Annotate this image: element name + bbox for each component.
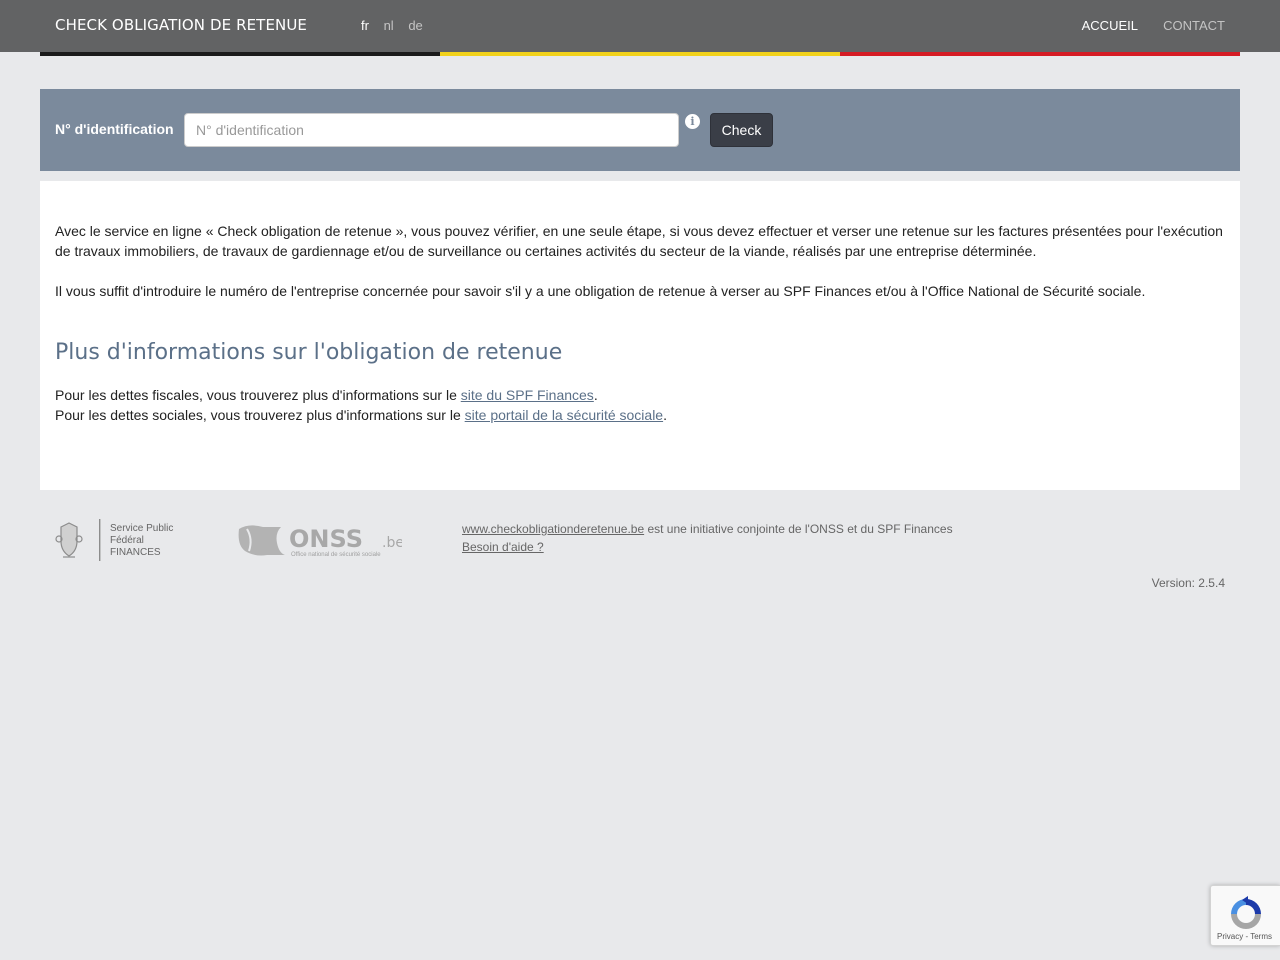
- social-info-prefix: Pour les dettes sociales, vous trouverez…: [55, 407, 465, 423]
- footer-info: www.checkobligationderetenue.be est une …: [462, 520, 953, 556]
- recaptcha-links: Privacy - Terms: [1217, 932, 1272, 941]
- flag-black-segment: [40, 52, 440, 56]
- main-content: Avec le service en ligne « Check obligat…: [40, 181, 1240, 490]
- onss-logo-name: ONSS: [289, 525, 363, 553]
- onss-logo: ONSS .be Office national de sécurité soc…: [238, 525, 402, 558]
- spf-logo-line3: FINANCES: [110, 547, 161, 558]
- flag-yellow-segment: [440, 52, 840, 56]
- info-circle-icon[interactable]: i: [685, 114, 700, 129]
- onss-logo-suffix: .be: [382, 535, 402, 551]
- top-navbar: CHECK OBLIGATION DE RETENUE fr nl de ACC…: [0, 0, 1280, 52]
- more-info-heading: Plus d'informations sur l'obligation de …: [55, 340, 563, 365]
- lang-de-link[interactable]: de: [408, 18, 422, 33]
- intro-paragraph-2: Il vous suffit d'introduire le numéro de…: [55, 283, 1146, 299]
- recaptcha-badge[interactable]: Privacy - Terms: [1210, 885, 1280, 946]
- help-link[interactable]: Besoin d'aide ?: [462, 540, 544, 554]
- check-button[interactable]: Check: [710, 113, 773, 147]
- social-info-suffix: .: [663, 407, 667, 423]
- intro-text: Avec le service en ligne « Check obligat…: [55, 221, 1227, 301]
- spf-logo-line1: Service Public: [110, 523, 173, 534]
- nav-contact-link[interactable]: CONTACT: [1163, 18, 1225, 33]
- recaptcha-terms-link[interactable]: Terms: [1250, 932, 1272, 941]
- spf-finances-logo: Service Public Fédéral FINANCES: [55, 519, 173, 561]
- spf-logo-line2: Fédéral: [110, 535, 144, 546]
- fiscal-info-prefix: Pour les dettes fiscales, vous trouverez…: [55, 387, 461, 403]
- identification-input[interactable]: [184, 113, 679, 147]
- footer: Service Public Fédéral FINANCES ONSS .be…: [40, 490, 1240, 600]
- footer-help-line: Besoin d'aide ?: [462, 538, 953, 556]
- lang-nl-link[interactable]: nl: [384, 18, 394, 33]
- recaptcha-privacy-link[interactable]: Privacy: [1217, 932, 1243, 941]
- version-label: Version: 2.5.4: [1151, 576, 1225, 590]
- identification-label: N° d'identification: [55, 121, 174, 137]
- search-form: N° d'identification i Check: [40, 89, 1240, 171]
- fiscal-info-suffix: .: [593, 387, 598, 403]
- site-brand-link[interactable]: CHECK OBLIGATION DE RETENUE: [55, 16, 307, 34]
- onss-logo-tagline: Office national de sécurité sociale: [291, 552, 381, 558]
- more-info-text: Pour les dettes fiscales, vous trouverez…: [55, 385, 667, 425]
- intro-paragraph-1: Avec le service en ligne « Check obligat…: [55, 223, 1223, 259]
- flag-stripe: [40, 52, 1240, 56]
- nav-accueil-link[interactable]: ACCUEIL: [1082, 18, 1138, 33]
- recaptcha-icon: [1231, 896, 1261, 929]
- language-switcher: fr nl de: [361, 18, 434, 33]
- flag-red-segment: [840, 52, 1240, 56]
- main-nav: ACCUEIL CONTACT: [1060, 18, 1225, 33]
- social-info-line: Pour les dettes sociales, vous trouverez…: [55, 405, 667, 425]
- initiative-text: est une initiative conjointe de l'ONSS e…: [644, 522, 953, 536]
- footer-initiative-line: www.checkobligationderetenue.be est une …: [462, 520, 953, 538]
- fiscal-info-line: Pour les dettes fiscales, vous trouverez…: [55, 385, 667, 405]
- site-url-link[interactable]: www.checkobligationderetenue.be: [462, 522, 644, 536]
- social-security-portal-link[interactable]: site portail de la sécurité sociale: [465, 407, 663, 423]
- lang-fr-link[interactable]: fr: [361, 18, 369, 33]
- spf-finances-link[interactable]: site du SPF Finances: [461, 387, 594, 403]
